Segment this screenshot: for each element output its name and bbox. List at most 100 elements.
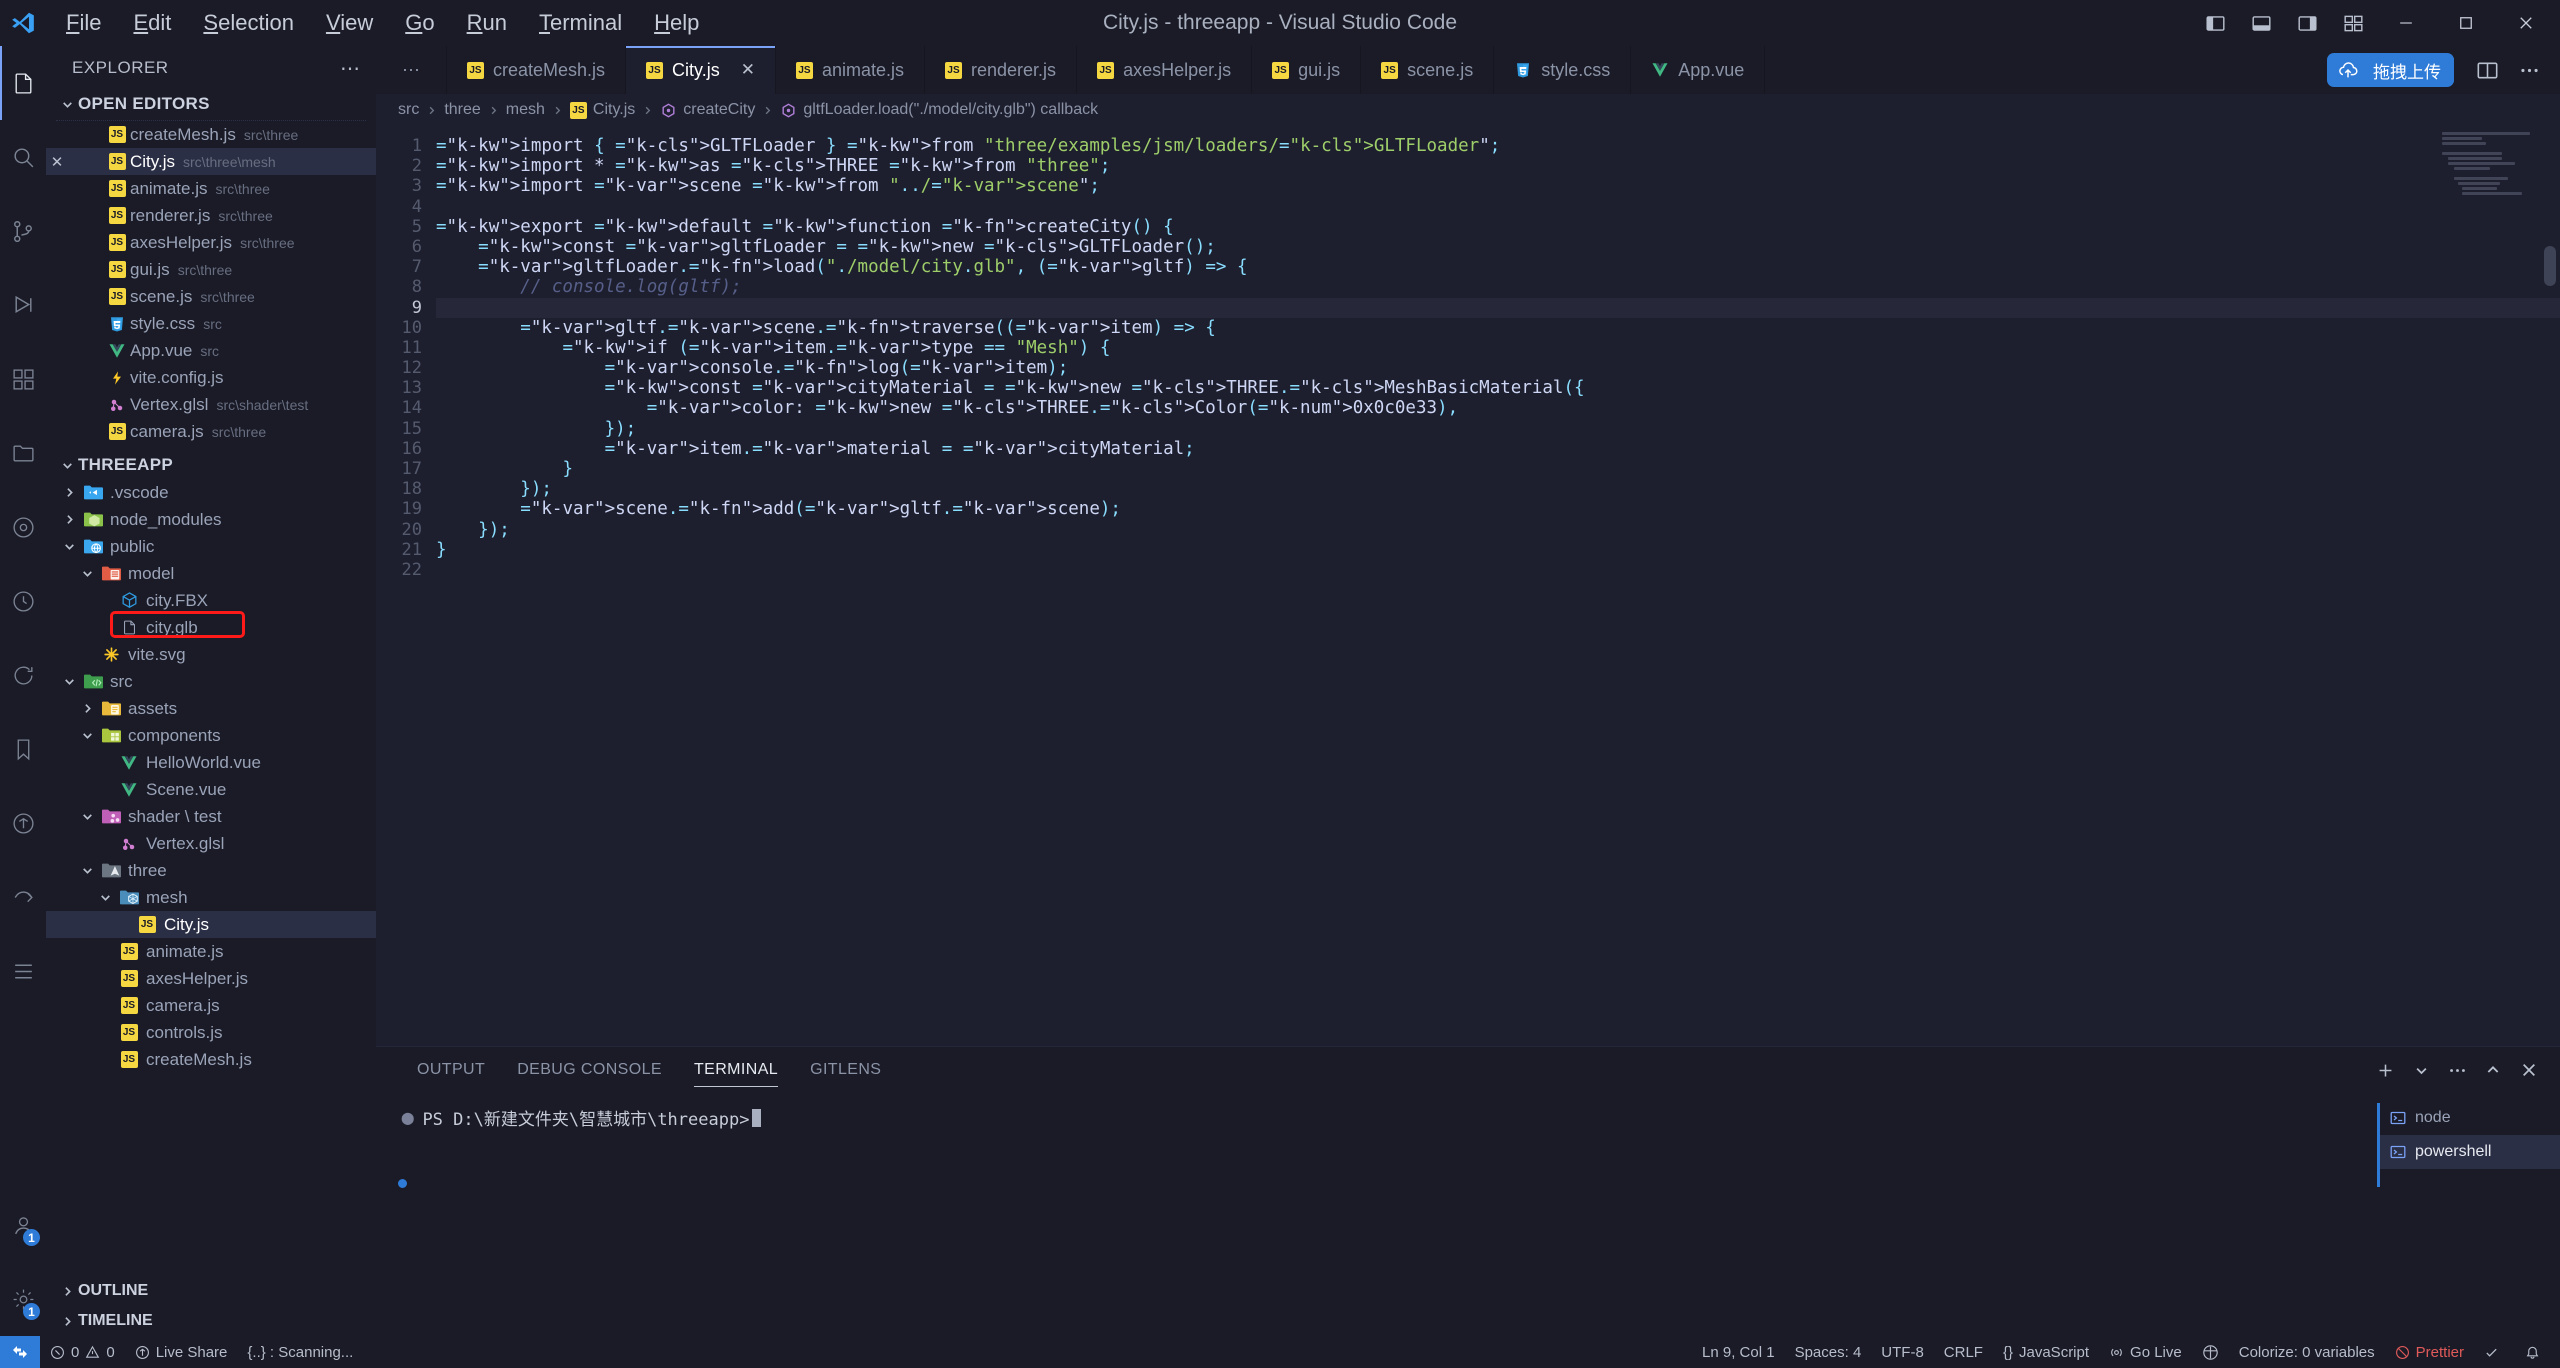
- code-line[interactable]: });: [436, 419, 2560, 439]
- menu-go[interactable]: Go: [389, 5, 450, 41]
- scanning-status[interactable]: {..} : Scanning...: [237, 1336, 363, 1368]
- editor-tab[interactable]: JS createMesh.js: [447, 46, 627, 94]
- menu-run[interactable]: Run: [451, 5, 523, 41]
- tree-file[interactable]: JS createMesh.js: [46, 1046, 376, 1073]
- open-editors-header[interactable]: OPEN EDITORS: [46, 90, 376, 118]
- chevron-down-icon[interactable]: [76, 864, 98, 877]
- tree-file[interactable]: JS controls.js: [46, 1019, 376, 1046]
- remote-indicator-button[interactable]: [0, 1336, 40, 1368]
- eol-status[interactable]: CRLF: [1934, 1336, 1993, 1368]
- tree-folder[interactable]: public: [46, 533, 376, 560]
- activity-live-share-icon[interactable]: [0, 786, 46, 860]
- activity-clock-icon[interactable]: [0, 564, 46, 638]
- editor-tab[interactable]: JS animate.js: [775, 46, 926, 94]
- code-line[interactable]: ="k-kw">const ="k-var">cityMaterial = ="…: [436, 378, 2560, 398]
- open-editor-item[interactable]: ✕ JS City.js src\three\mesh: [46, 148, 376, 175]
- chevron-right-icon[interactable]: [58, 486, 80, 499]
- menu-bar[interactable]: File Edit Selection View Go Run Terminal…: [50, 5, 715, 41]
- breadcrumb[interactable]: src three mesh JS City.js createCity gltfLoade…: [376, 94, 2560, 126]
- open-editor-item[interactable]: JS renderer.js src\three: [46, 202, 376, 229]
- code-line[interactable]: ="k-var">scene.="k-fn">add(="k-var">gltf…: [436, 499, 2560, 519]
- panel-tab[interactable]: TERMINAL: [678, 1047, 794, 1093]
- gitlens-status[interactable]: [2192, 1336, 2229, 1368]
- breadcrumb-item[interactable]: mesh: [506, 101, 545, 119]
- terminal-dropdown-icon[interactable]: [2404, 1050, 2438, 1090]
- close-button[interactable]: [2496, 0, 2556, 46]
- panel-right-icon[interactable]: [2284, 0, 2330, 46]
- tree-file[interactable]: city.FBX: [46, 587, 376, 614]
- panel-tab[interactable]: OUTPUT: [401, 1047, 501, 1093]
- tree-file[interactable]: city.glb: [46, 614, 376, 641]
- code-line[interactable]: // console.log(gltf);: [436, 277, 2560, 297]
- editor-tab[interactable]: JS scene.js: [1361, 46, 1495, 94]
- editor-tab[interactable]: JS renderer.js: [925, 46, 1078, 94]
- activity-account-icon[interactable]: 1: [0, 1188, 46, 1262]
- activity-folder-icon[interactable]: [0, 416, 46, 490]
- menu-terminal[interactable]: Terminal: [523, 5, 638, 41]
- chevron-down-icon[interactable]: [58, 540, 80, 553]
- tree-folder[interactable]: shader \ test: [46, 803, 376, 830]
- terminal-list-item[interactable]: powershell: [2380, 1135, 2560, 1169]
- colorize-status[interactable]: Prettier: [2385, 1336, 2474, 1368]
- breadcrumb-item[interactable]: createCity: [660, 101, 755, 119]
- prettier-status[interactable]: [2474, 1336, 2515, 1368]
- code-line[interactable]: [436, 560, 2560, 580]
- cursor-position-status[interactable]: Ln 9, Col 1: [1692, 1336, 1785, 1368]
- code-line[interactable]: });: [436, 479, 2560, 499]
- maximize-button[interactable]: [2436, 0, 2496, 46]
- tree-file[interactable]: JS City.js: [46, 911, 376, 938]
- chevron-down-icon[interactable]: [76, 729, 98, 742]
- add-terminal-icon[interactable]: [2368, 1050, 2402, 1090]
- menu-help[interactable]: Help: [638, 5, 715, 41]
- editor-tab[interactable]: style.css: [1494, 46, 1632, 94]
- tree-folder[interactable]: .vscode: [46, 479, 376, 506]
- code-line[interactable]: [436, 297, 2560, 318]
- editor-tab[interactable]: JS City.js ✕: [626, 46, 776, 94]
- encoding-status[interactable]: UTF-8: [1871, 1336, 1934, 1368]
- upload-button[interactable]: 拖拽上传: [2327, 53, 2454, 87]
- code-line[interactable]: }: [436, 459, 2560, 479]
- code-line[interactable]: }: [436, 540, 2560, 560]
- activity-gear-icon[interactable]: 1: [0, 1262, 46, 1336]
- tree-folder[interactable]: assets: [46, 695, 376, 722]
- open-editor-item[interactable]: vite.config.js: [46, 364, 376, 391]
- menu-view[interactable]: View: [310, 5, 389, 41]
- activity-share-icon[interactable]: [0, 860, 46, 934]
- tab-overflow-icon[interactable]: ⋯: [376, 46, 447, 94]
- tree-folder[interactable]: three: [46, 857, 376, 884]
- open-editor-item[interactable]: JS createMesh.js src\three: [46, 121, 376, 148]
- live-share-status[interactable]: Live Share: [125, 1336, 238, 1368]
- panel-bottom-icon[interactable]: [2238, 0, 2284, 46]
- editor-tab[interactable]: JS axesHelper.js: [1077, 46, 1253, 94]
- more-actions-icon[interactable]: [2508, 46, 2550, 94]
- code-line[interactable]: ="k-kw">export ="k-kw">default ="k-kw">f…: [436, 217, 2560, 237]
- indentation-status[interactable]: Spaces: 4: [1785, 1336, 1872, 1368]
- split-editor-icon[interactable]: [2466, 46, 2508, 94]
- tree-file[interactable]: vite.svg: [46, 641, 376, 668]
- code-line[interactable]: ="k-var">color: ="k-kw">new ="k-cls">THR…: [436, 398, 2560, 418]
- chevron-down-icon[interactable]: [76, 567, 98, 580]
- colorize-variables-status[interactable]: Colorize: 0 variables: [2229, 1336, 2385, 1368]
- chevron-right-icon[interactable]: [76, 702, 98, 715]
- activity-explorer-icon[interactable]: [0, 46, 46, 120]
- code-line[interactable]: ="k-kw">import * ="k-kw">as ="k-cls">THR…: [436, 156, 2560, 176]
- code-line[interactable]: ="k-var">gltfLoader.="k-fn">load("./mode…: [436, 257, 2560, 277]
- activity-debug-icon[interactable]: [0, 268, 46, 342]
- activity-beaker-icon[interactable]: [0, 490, 46, 564]
- code-line[interactable]: ="k-kw">const ="k-var">gltfLoader = ="k-…: [436, 237, 2560, 257]
- open-editor-item[interactable]: App.vue src: [46, 337, 376, 364]
- editor-tab[interactable]: JS gui.js: [1252, 46, 1362, 94]
- close-icon[interactable]: ✕: [741, 60, 755, 80]
- open-editor-item[interactable]: JS axesHelper.js src\three: [46, 229, 376, 256]
- problems-status[interactable]: 0 0: [40, 1336, 125, 1368]
- tree-file[interactable]: JS axesHelper.js: [46, 965, 376, 992]
- go-live-status[interactable]: Go Live: [2099, 1336, 2192, 1368]
- tree-file[interactable]: HelloWorld.vue: [46, 749, 376, 776]
- open-editor-item[interactable]: JS camera.js src\three: [46, 418, 376, 445]
- menu-file[interactable]: File: [50, 5, 117, 41]
- open-editor-item[interactable]: JS scene.js src\three: [46, 283, 376, 310]
- tree-folder[interactable]: model: [46, 560, 376, 587]
- code-line[interactable]: ="k-kw">import ="k-var">scene ="k-kw">fr…: [436, 176, 2560, 196]
- code-line[interactable]: [436, 197, 2560, 217]
- open-editor-item[interactable]: Vertex.glsl src\shader\test: [46, 391, 376, 418]
